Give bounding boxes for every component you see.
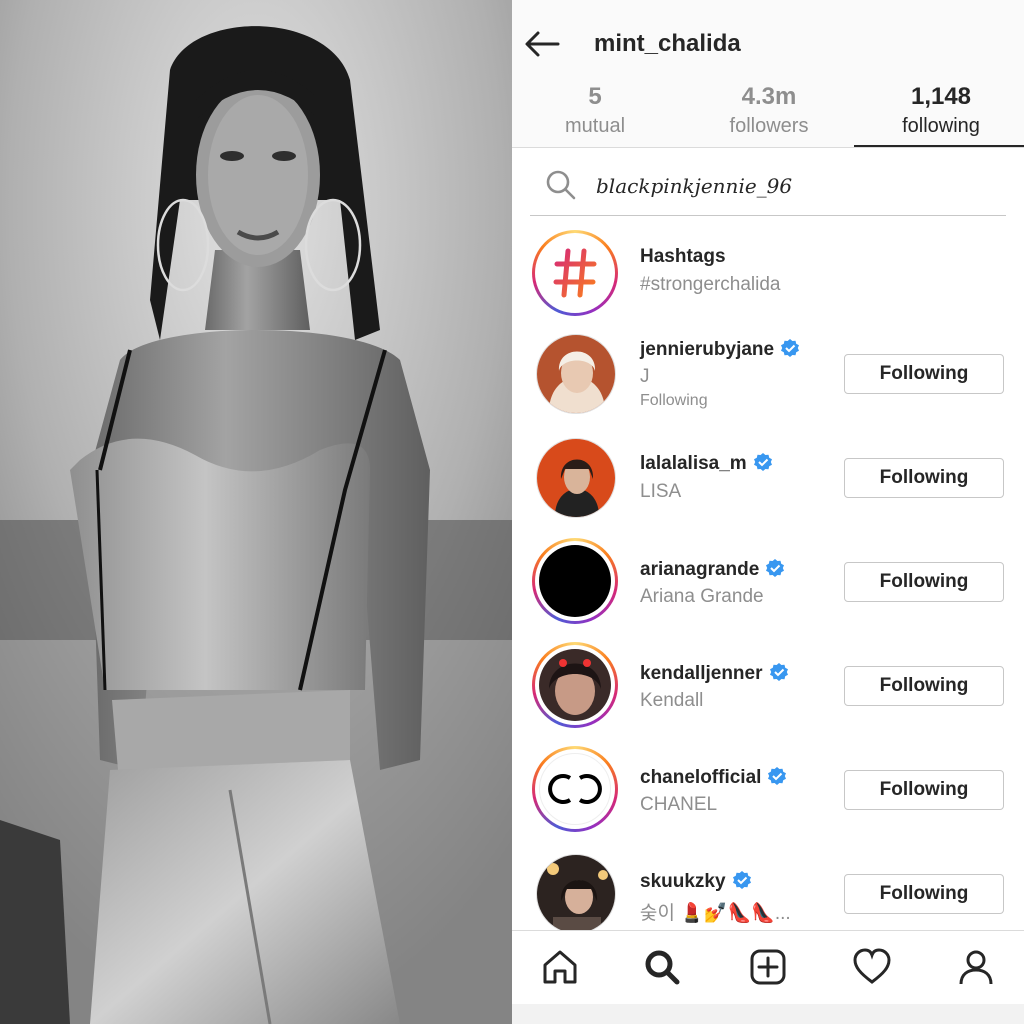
avatar — [536, 438, 616, 518]
account-username-text: arianagrande — [640, 559, 760, 580]
tab-mutual-count: 5 — [588, 83, 602, 110]
account-username: lalalalisa_m — [640, 452, 773, 475]
avatar — [539, 753, 611, 825]
system-navigation-bar — [512, 1004, 1024, 1024]
home-icon[interactable] — [540, 947, 580, 987]
bottom-navigation — [512, 930, 1024, 1004]
tab-followers-label: followers — [729, 115, 809, 137]
account-full-name: CHANEL — [640, 794, 718, 815]
profile-icon[interactable] — [956, 947, 996, 987]
account-username-text: skuukzky — [640, 871, 726, 892]
verified-badge-icon — [769, 663, 788, 681]
following-button[interactable]: Following — [844, 874, 1004, 914]
account-following-note: Following — [640, 392, 708, 409]
instagram-following-screen: mint_chalida 5 mutual 4.3m followers 1,1… — [512, 0, 1024, 1024]
account-full-name: Kendall — [640, 690, 704, 711]
back-arrow-icon[interactable] — [522, 24, 562, 64]
following-button[interactable]: Following — [844, 666, 1004, 706]
profile-username: mint_chalida — [594, 30, 741, 57]
active-tab-indicator — [854, 145, 1024, 147]
account-full-name: J — [640, 366, 650, 387]
hashtag-avatar — [539, 237, 611, 309]
account-username-text: kendalljenner — [640, 663, 763, 684]
search-bar — [530, 160, 1006, 216]
account-username-text: lalalalisa_m — [640, 453, 747, 474]
following-button[interactable]: Following — [844, 354, 1004, 394]
header-bar: mint_chalida 5 mutual 4.3m followers 1,1… — [512, 0, 1024, 148]
account-username: jennierubyjane — [640, 338, 800, 361]
tab-following-count: 1,148 — [910, 83, 972, 110]
verified-badge-icon — [753, 453, 772, 471]
chanel-logo-icon — [548, 774, 602, 804]
tab-mutual-label: mutual — [564, 115, 626, 137]
heart-icon[interactable] — [852, 947, 892, 987]
account-full-name: 숮이 💄💅👠👠... — [640, 903, 791, 924]
story-ring — [532, 746, 618, 832]
account-username-text: chanelofficial — [640, 767, 762, 788]
account-username: chanelofficial — [640, 766, 787, 789]
woman-portrait-illustration — [0, 0, 512, 1024]
avatar — [539, 649, 611, 721]
hashtags-title: Hashtags — [640, 246, 726, 267]
account-username: arianagrande — [640, 558, 785, 581]
search-icon[interactable] — [642, 947, 682, 987]
verified-badge-icon — [766, 559, 785, 577]
tab-followers[interactable]: 4.3m followers — [704, 82, 834, 140]
tab-followers-count: 4.3m — [741, 83, 797, 110]
account-username-text: jennierubyjane — [640, 339, 775, 360]
avatar — [536, 334, 616, 414]
following-button[interactable]: Following — [844, 562, 1004, 602]
story-ring — [532, 538, 618, 624]
account-username: skuukzky — [640, 870, 752, 893]
hashtag-icon — [553, 248, 597, 298]
tab-mutual[interactable]: 5 mutual — [530, 82, 660, 140]
list-item[interactable]: kendalljenner Kendall Following — [512, 640, 1024, 740]
account-full-name: Ariana Grande — [640, 586, 764, 607]
account-username: kendalljenner — [640, 662, 789, 685]
list-item[interactable]: jennierubyjane J Following Following — [512, 330, 1024, 430]
search-input[interactable] — [596, 168, 976, 204]
list-item[interactable]: arianagrande Ariana Grande Following — [512, 536, 1024, 636]
tab-following[interactable]: 1,148 following — [876, 82, 1006, 140]
hashtag-text: #strongerchalida — [640, 274, 781, 295]
list-item[interactable]: chanelofficial CHANEL Following — [512, 744, 1024, 844]
search-icon — [546, 170, 576, 200]
verified-badge-icon — [781, 339, 800, 357]
verified-badge-icon — [732, 871, 751, 889]
tab-following-label: following — [902, 115, 980, 137]
following-button[interactable]: Following — [844, 458, 1004, 498]
hashtags-row[interactable]: Hashtags #strongerchalida — [512, 226, 1024, 326]
following-button[interactable]: Following — [844, 770, 1004, 810]
account-full-name: LISA — [640, 481, 682, 502]
verified-badge-icon — [768, 767, 787, 785]
avatar — [539, 545, 611, 617]
avatar — [536, 854, 616, 934]
hashtag-avatar-ring — [532, 230, 618, 316]
story-ring — [532, 642, 618, 728]
profile-photo — [0, 0, 512, 1024]
add-post-icon[interactable] — [748, 947, 788, 987]
list-item[interactable]: lalalalisa_m LISA Following — [512, 434, 1024, 534]
